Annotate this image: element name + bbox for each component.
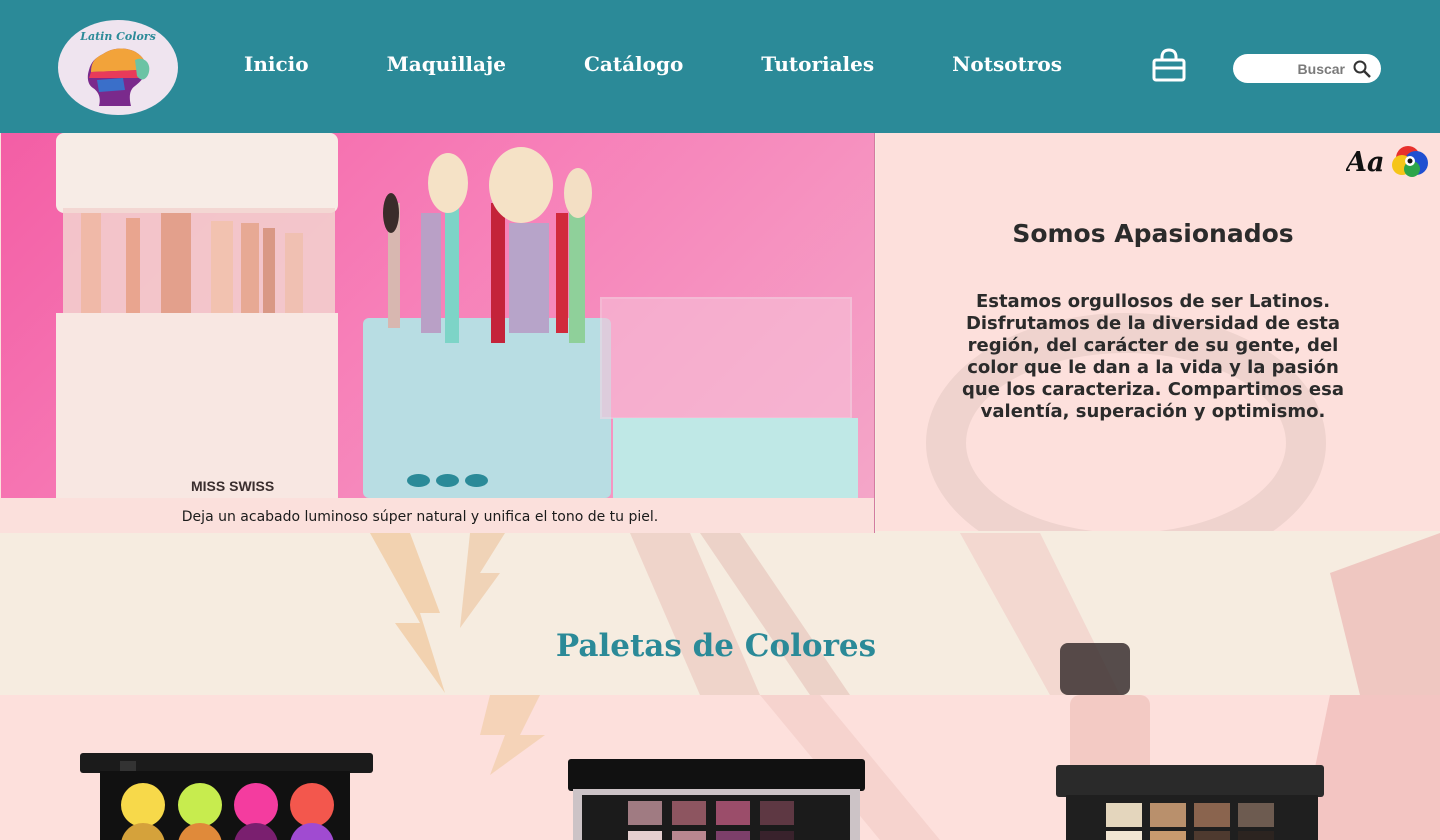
palettes-products — [0, 695, 1440, 840]
palette-product-1[interactable] — [80, 753, 375, 840]
brand-logo[interactable]: Latin Colors — [58, 20, 178, 115]
search-input[interactable] — [1243, 58, 1345, 79]
palettes-title: Paletas de Colores — [555, 628, 877, 664]
hero-caption: Deja un acabado luminoso súper natural y… — [181, 509, 659, 525]
nav-catalogo[interactable]: Catálogo — [584, 52, 683, 76]
site-header: Latin Colors Inicio Maquillaje Catálogo … — [0, 0, 1440, 133]
palette-product-2[interactable] — [568, 759, 866, 840]
hero-image: MISS SWISS — [1, 133, 874, 498]
font-accessibility-icon[interactable]: Aa — [1346, 141, 1436, 179]
nav-maquillaje[interactable]: Maquillaje — [387, 52, 506, 76]
main-nav: Inicio Maquillaje Catálogo Tutoriales No… — [205, 52, 1101, 76]
search-icon[interactable] — [1352, 59, 1372, 79]
shopping-bag-icon[interactable] — [1150, 48, 1188, 84]
search-box — [1233, 54, 1381, 83]
nav-tutoriales[interactable]: Tutoriales — [761, 52, 874, 76]
decorative-background — [370, 533, 1440, 695]
about-title: Somos Apasionados — [1012, 219, 1294, 248]
logo-text: Latin Colors — [80, 30, 156, 43]
product-brand-left: MISS SWISS — [191, 478, 274, 494]
about-panel: Aa Somos Apasionados Estamos orgullosos … — [876, 133, 1440, 531]
palette-product-3[interactable] — [1056, 765, 1326, 840]
nav-inicio[interactable]: Inicio — [244, 52, 309, 76]
carousel-dot-3[interactable] — [465, 474, 488, 487]
nav-nosotros[interactable]: Notsotros — [952, 52, 1062, 76]
carousel-dots — [407, 474, 488, 487]
carousel-dot-2[interactable] — [436, 474, 459, 487]
carousel-dot-1[interactable] — [407, 474, 430, 487]
about-text: Estamos orgullosos de ser Latinos. Disfr… — [962, 291, 1344, 422]
logo-face-icon — [87, 48, 150, 106]
hero-carousel: MISS SWISS Deja un acabado luminoso súpe… — [0, 133, 875, 533]
palettes-header-band — [0, 533, 1440, 695]
svg-text:Aa: Aa — [1346, 147, 1384, 178]
